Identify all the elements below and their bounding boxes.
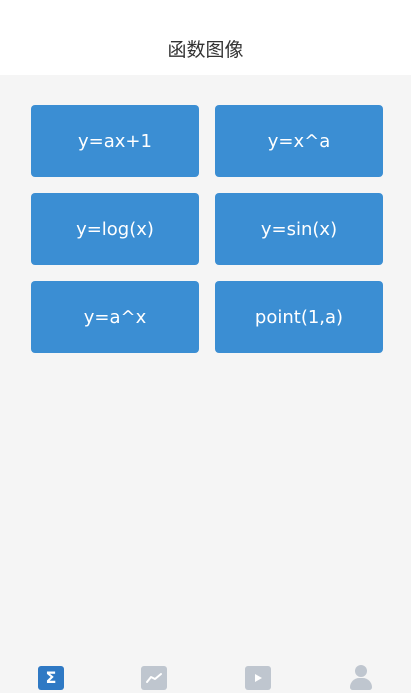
header: 函数图像 [0, 0, 411, 75]
page-title: 函数图像 [167, 39, 244, 61]
bottom-tab-bar: Σ [0, 647, 411, 693]
tab-profile[interactable] [347, 664, 375, 692]
function-button-sin[interactable]: y=sin(x) [215, 193, 383, 265]
app-screen: 函数图像 y=ax+1 y=x^a y=log(x) y=sin(x) y=a^… [0, 0, 411, 693]
video-play-icon [245, 666, 271, 690]
tab-videos[interactable] [244, 664, 272, 692]
function-button-exponential[interactable]: y=a^x [31, 281, 199, 353]
function-button-linear[interactable]: y=ax+1 [31, 105, 199, 177]
function-button-log[interactable]: y=log(x) [31, 193, 199, 265]
sigma-icon: Σ [38, 666, 64, 690]
tab-functions[interactable]: Σ [37, 664, 65, 692]
tab-graphs[interactable] [140, 664, 168, 692]
function-button-point[interactable]: point(1,a) [215, 281, 383, 353]
line-chart-icon [141, 666, 167, 690]
profile-icon [347, 664, 375, 692]
function-grid: y=ax+1 y=x^a y=log(x) y=sin(x) y=a^x poi… [31, 105, 383, 353]
function-button-power[interactable]: y=x^a [215, 105, 383, 177]
